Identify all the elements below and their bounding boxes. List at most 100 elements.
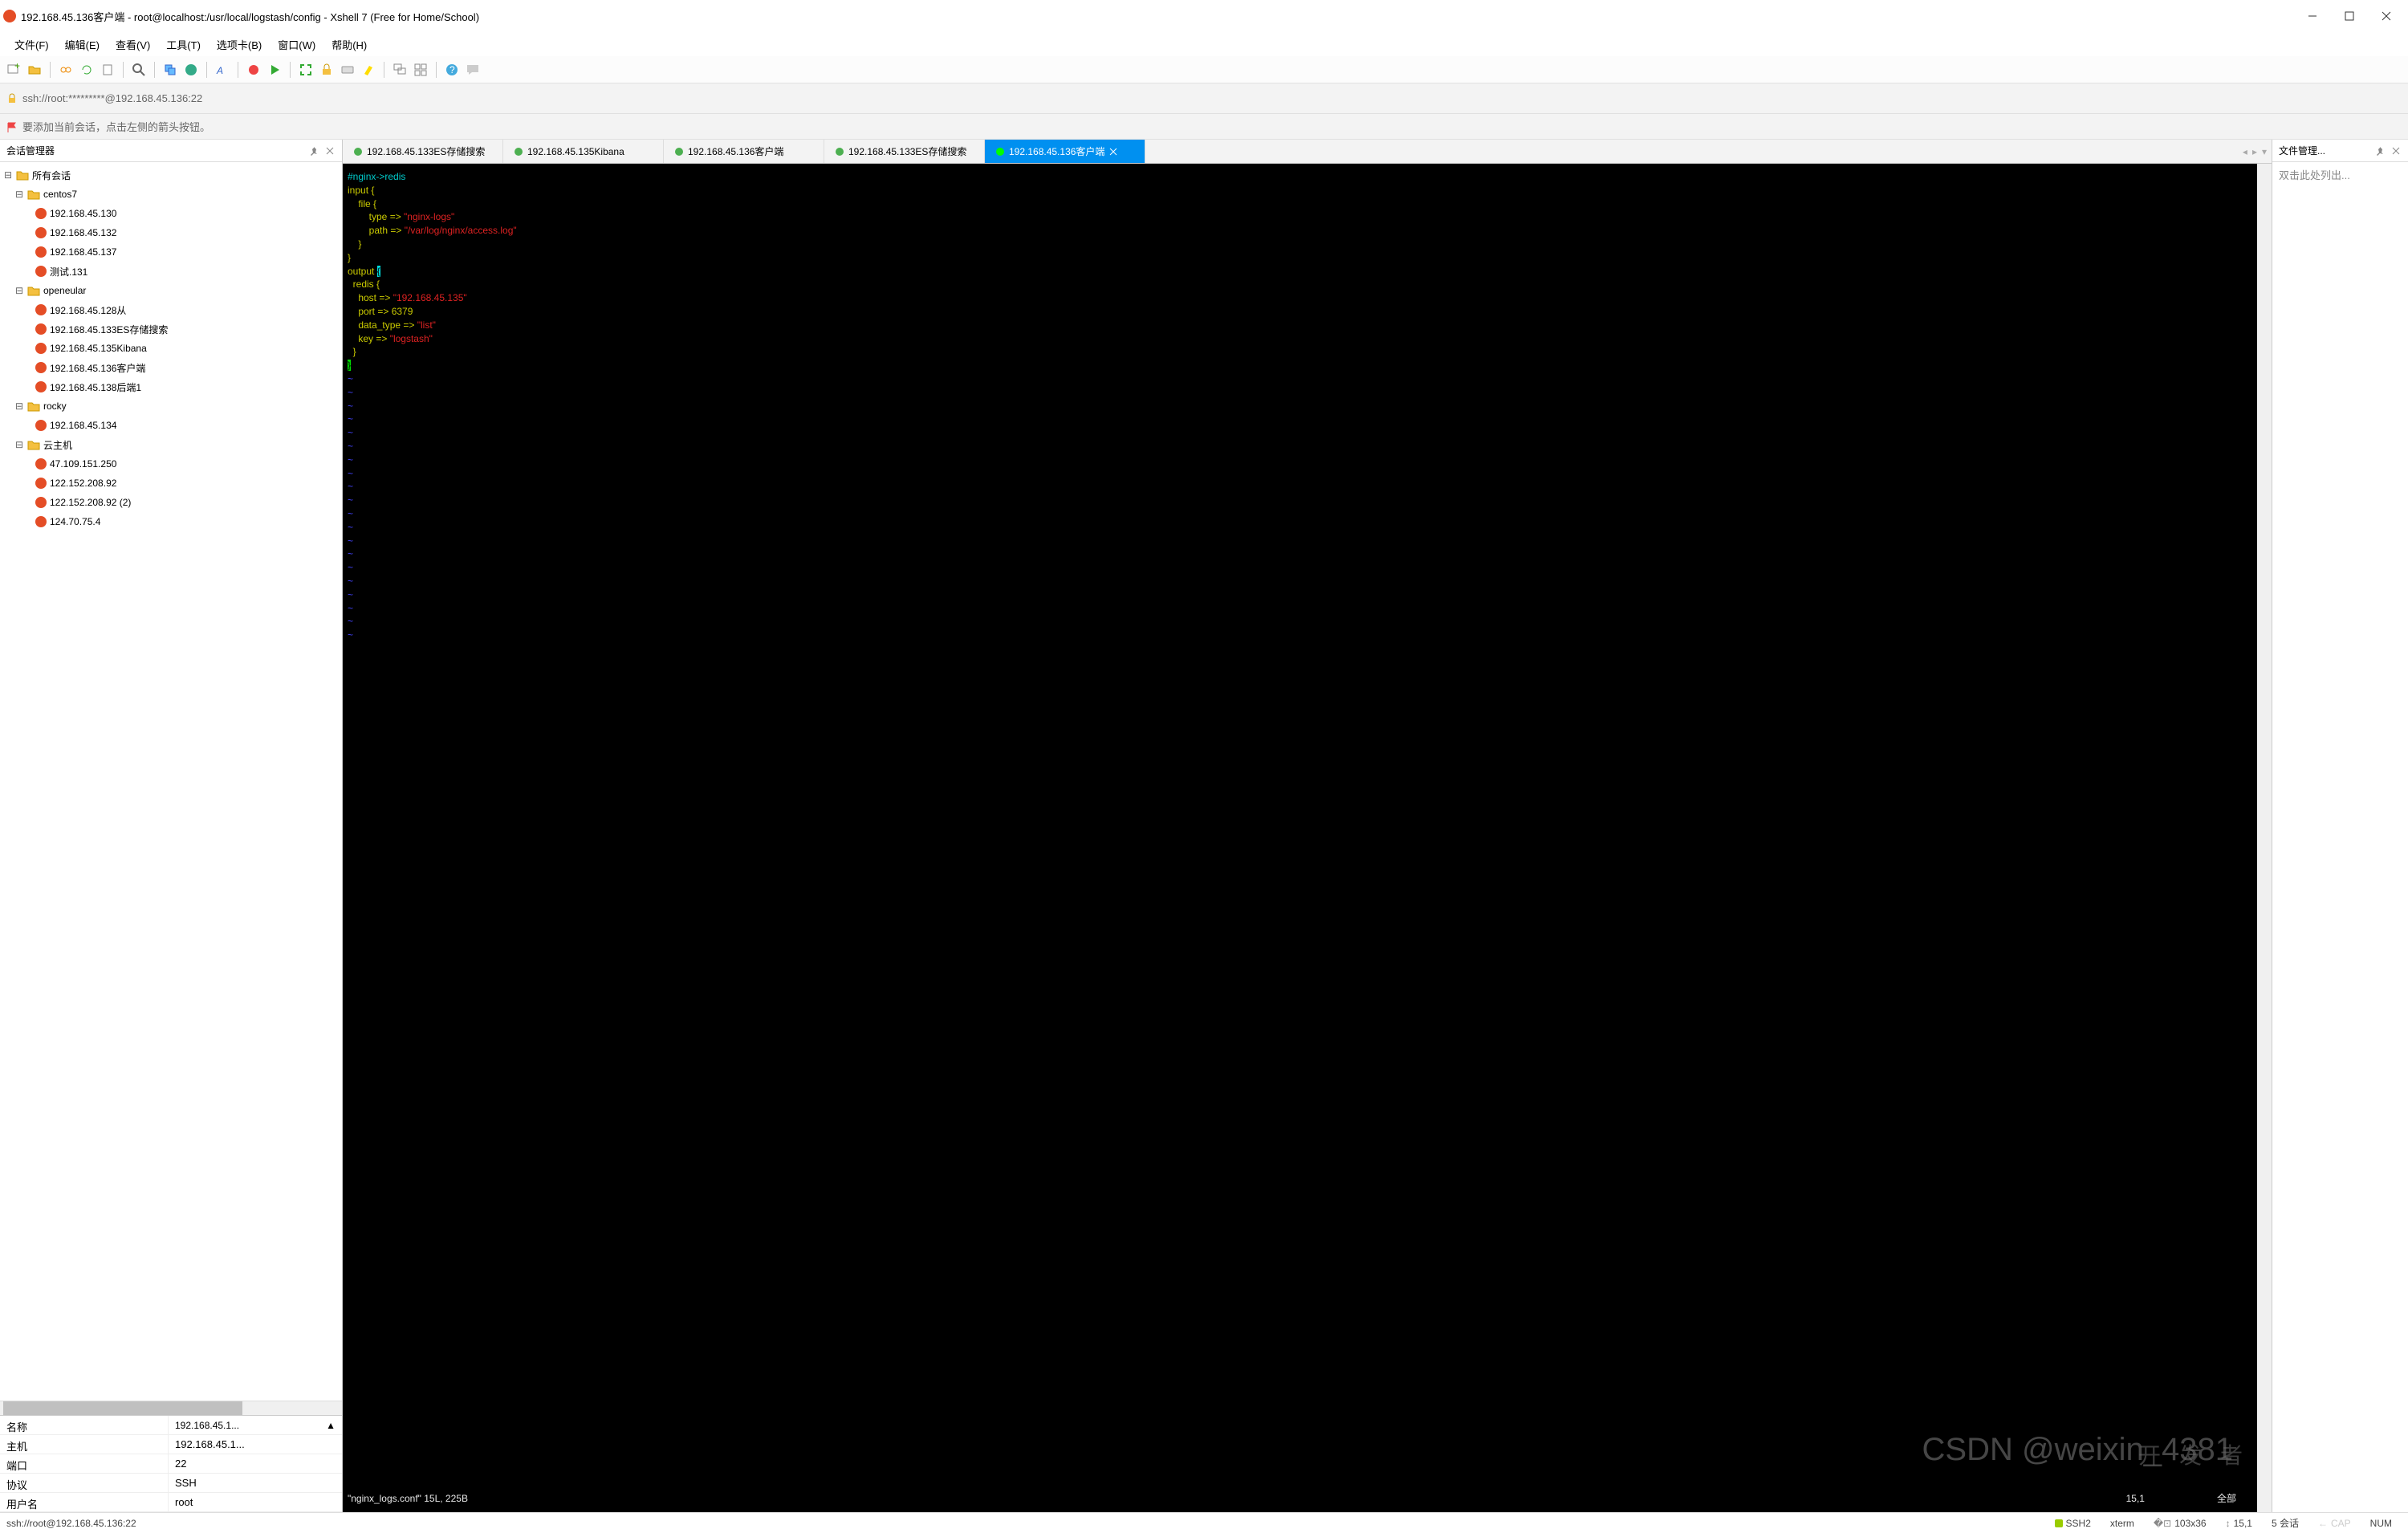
tree-host[interactable]: 192.168.45.134 [0, 416, 342, 435]
vim-status-line: "nginx_logs.conf" 15L, 225B 15,1全部 [348, 1492, 2252, 1506]
tree-host[interactable]: 122.152.208.92 [0, 474, 342, 493]
terminal-vscroll[interactable] [2257, 164, 2272, 1512]
menu-tools[interactable]: 工具(T) [158, 34, 209, 55]
tree-host[interactable]: 192.168.45.132 [0, 223, 342, 242]
tree-host[interactable]: 124.70.75.4 [0, 512, 342, 531]
svg-text:A: A [216, 65, 223, 76]
font-icon[interactable]: A [214, 61, 231, 79]
tab-list-icon[interactable]: ▾ [2262, 146, 2267, 157]
keyboard-icon[interactable] [339, 61, 356, 79]
open-icon[interactable] [26, 61, 43, 79]
tree-host[interactable]: 192.168.45.137 [0, 242, 342, 262]
status-dot-icon [515, 148, 523, 156]
menu-view[interactable]: 查看(V) [108, 34, 158, 55]
tree-host[interactable]: 192.168.45.135Kibana [0, 339, 342, 358]
tab[interactable]: 192.168.45.133ES存储搜索 [824, 140, 985, 163]
session-tree[interactable]: ⊟所有会话 ⊟centos7 192.168.45.130 192.168.45… [0, 162, 342, 1401]
window-title: 192.168.45.136客户端 - root@localhost:/usr/… [21, 9, 479, 24]
search-icon[interactable] [130, 61, 148, 79]
refresh-icon[interactable] [78, 61, 96, 79]
highlight-icon[interactable] [360, 61, 377, 79]
tree-host[interactable]: 192.168.45.130 [0, 204, 342, 223]
menu-window[interactable]: 窗口(W) [270, 34, 323, 55]
scroll-up-icon[interactable]: ▲ [326, 1420, 336, 1431]
ssh-address-input[interactable] [22, 92, 504, 104]
tree-host[interactable]: 47.109.151.250 [0, 454, 342, 474]
terminal[interactable]: #nginx->redis input { file { type => "ng… [343, 164, 2257, 1512]
status-cursor: ↕15,1 [2216, 1518, 2262, 1529]
address-bar [0, 83, 2408, 114]
tree-host[interactable]: 192.168.45.128从 [0, 300, 342, 319]
maximize-button[interactable] [2331, 4, 2368, 28]
svg-text:+: + [14, 63, 20, 71]
panel-close-icon[interactable] [324, 145, 336, 157]
app-icon [3, 10, 16, 22]
status-dot-icon [354, 148, 362, 156]
lock-icon[interactable] [318, 61, 336, 79]
tree-host[interactable]: 192.168.45.138后端1 [0, 377, 342, 396]
help-icon[interactable]: ? [443, 61, 461, 79]
tree-group[interactable]: ⊟rocky [0, 396, 342, 416]
session-manager-title: 会话管理器 [6, 144, 55, 157]
cascade-icon[interactable] [391, 61, 409, 79]
watermark-cn: 开 发 者 [2138, 1441, 2249, 1472]
hint-bar: 要添加当前会话，点击左侧的箭头按钮。 [0, 114, 2408, 140]
new-session-icon[interactable]: + [5, 61, 22, 79]
matching-brace: } [348, 360, 351, 371]
file-manager-hint[interactable]: 双击此处列出... [2272, 162, 2408, 1512]
svg-text:?: ? [449, 64, 455, 75]
status-proto: SSH2 [2045, 1518, 2101, 1529]
status-term: xterm [2101, 1518, 2144, 1529]
toolbar: + A ? [0, 56, 2408, 83]
tree-root[interactable]: ⊟所有会话 [0, 165, 342, 185]
minimize-button[interactable] [2294, 4, 2331, 28]
menu-file[interactable]: 文件(F) [6, 34, 57, 55]
pin-icon[interactable] [308, 145, 319, 157]
link-icon[interactable] [57, 61, 75, 79]
pin-icon[interactable] [2374, 145, 2386, 157]
record-icon[interactable] [245, 61, 262, 79]
session-manager-header: 会话管理器 [0, 140, 342, 162]
tree-host[interactable]: 测试.131 [0, 262, 342, 281]
paste-icon[interactable] [99, 61, 116, 79]
tree-hscroll[interactable] [0, 1401, 342, 1415]
fullscreen-icon[interactable] [297, 61, 315, 79]
status-host: ssh://root@192.168.45.136:22 [6, 1518, 136, 1529]
file-manager-title: 文件管理... [2279, 144, 2325, 157]
tab-prev-icon[interactable]: ◂ [2243, 146, 2247, 157]
tab[interactable]: 192.168.45.135Kibana [503, 140, 664, 163]
menu-edit[interactable]: 编辑(E) [57, 34, 108, 55]
tab-close-icon[interactable] [1109, 148, 1117, 156]
session-manager-panel: 会话管理器 ⊟所有会话 ⊟centos7 192.168.45.130 192.… [0, 140, 343, 1512]
tree-host[interactable]: 122.152.208.92 (2) [0, 493, 342, 512]
tree-host[interactable]: 192.168.45.133ES存储搜索 [0, 319, 342, 339]
status-sessions: 5 会话 [2262, 1516, 2308, 1530]
tab[interactable]: 192.168.45.136客户端 [664, 140, 824, 163]
flag-icon [6, 121, 18, 132]
tree-group[interactable]: ⊟centos7 [0, 185, 342, 204]
play-icon[interactable] [266, 61, 283, 79]
menu-help[interactable]: 帮助(H) [323, 34, 375, 55]
globe-icon[interactable] [182, 61, 200, 79]
tab[interactable]: 192.168.45.133ES存储搜索 [343, 140, 503, 163]
panel-close-icon[interactable] [2390, 145, 2402, 157]
tile-icon[interactable] [412, 61, 429, 79]
menu-tabs[interactable]: 选项卡(B) [209, 34, 270, 55]
copy-icon[interactable] [161, 61, 179, 79]
close-button[interactable] [2368, 4, 2405, 28]
session-tabs: 192.168.45.133ES存储搜索 192.168.45.135Kiban… [343, 140, 2272, 164]
status-bar: ssh://root@192.168.45.136:22 SSH2 xterm … [0, 1512, 2408, 1533]
hint-text: 要添加当前会话，点击左侧的箭头按钮。 [22, 119, 210, 134]
status-dot-icon [675, 148, 683, 156]
tab-next-icon[interactable]: ▸ [2252, 146, 2257, 157]
tree-group[interactable]: ⊟openeular [0, 281, 342, 300]
tree-group[interactable]: ⊟云主机 [0, 435, 342, 454]
tab-active[interactable]: 192.168.45.136客户端 [985, 140, 1145, 163]
cursor-block: { [377, 266, 380, 277]
tree-host[interactable]: 192.168.45.136客户端 [0, 358, 342, 377]
status-numlock: NUM [2361, 1518, 2402, 1529]
status-dot-icon [996, 148, 1004, 156]
watermark: CSDN @weixin_4381 [1922, 1427, 2233, 1472]
lock-small-icon [6, 93, 18, 104]
chat-icon[interactable] [464, 61, 482, 79]
